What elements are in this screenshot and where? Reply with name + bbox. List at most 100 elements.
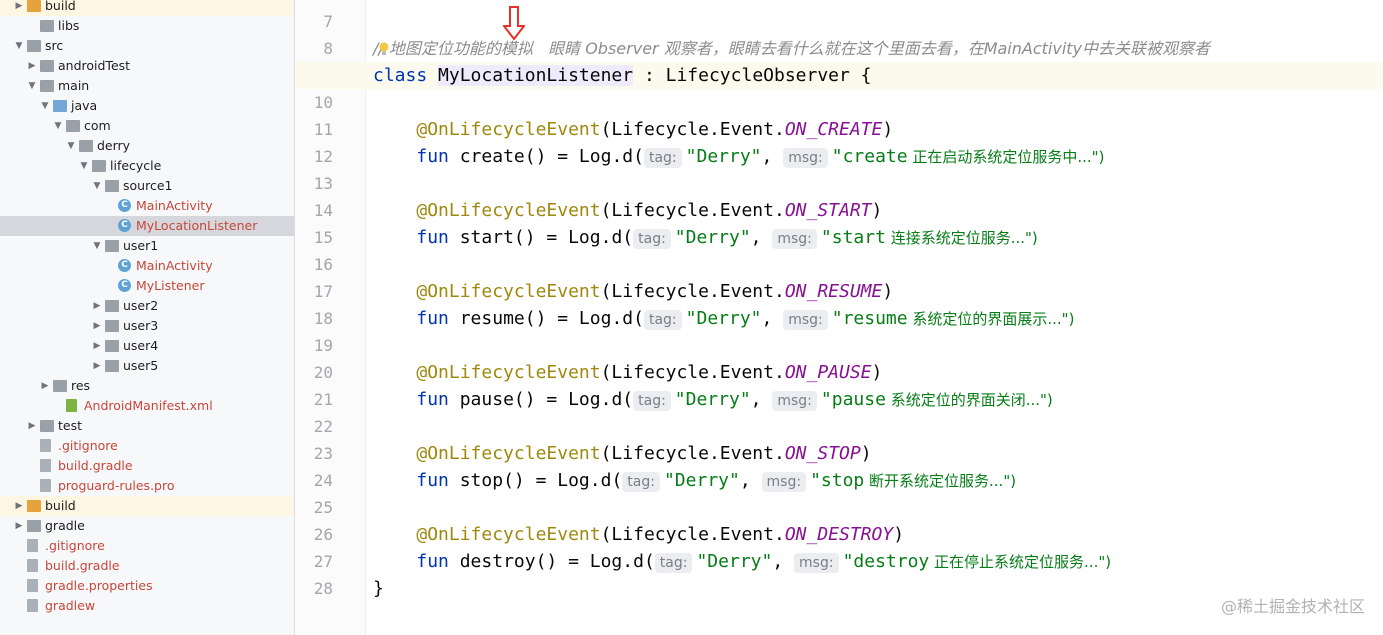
folder-icon [66, 120, 80, 132]
function-line: fun create() = Log.d(tag: "Derry", msg: "c… [373, 143, 1104, 170]
folder-icon [105, 340, 119, 352]
chevron-down-icon[interactable]: ▼ [39, 96, 51, 116]
chevron-down-icon[interactable]: ▼ [13, 36, 25, 56]
tree-item[interactable]: ▶ user2 [0, 296, 294, 316]
tree-item[interactable]: ▶ user3 [0, 316, 294, 336]
tree-item-label: derry [97, 138, 131, 153]
tree-item[interactable]: ▶ androidTest [0, 56, 294, 76]
chevron-down-icon[interactable]: ▼ [91, 236, 103, 256]
chevron-down-icon[interactable]: ▼ [91, 176, 103, 196]
tag-string: "Derry" [696, 551, 773, 572]
chevron-right-icon[interactable]: ▶ [39, 376, 51, 396]
msg-string-cjk: 系统定位的界面展示...") [907, 310, 1075, 328]
tree-item[interactable]: ▼ user1 [0, 236, 294, 256]
tree-item-label: com [84, 118, 111, 133]
tree-item[interactable]: ▼ main [0, 76, 294, 96]
tree-item[interactable]: C MainActivity [0, 196, 294, 216]
tree-item[interactable]: ▼ src [0, 36, 294, 56]
chevron-right-icon[interactable]: ▶ [13, 0, 25, 16]
tree-item[interactable]: C MyListener [0, 276, 294, 296]
comment-text: // 地图定位功能的模拟 眼睛 Observer 观察者，眼睛去看什么就在这个里… [373, 39, 1211, 58]
comma: , [739, 470, 762, 491]
function-name: create [459, 146, 525, 167]
tree-item-label: MyLocationListener [136, 218, 258, 233]
tree-item[interactable]: ▶ user4 [0, 336, 294, 356]
event-prefix: (Lifecycle.Event. [600, 200, 785, 221]
msg-string-cjk: 系统定位的界面关闭...") [885, 391, 1053, 409]
function-line: fun resume() = Log.d(tag: "Derry", msg: "r… [373, 305, 1074, 332]
chevron-right-icon[interactable]: ▶ [91, 316, 103, 336]
tree-item[interactable]: gradlew [0, 596, 294, 616]
event-constant: ON_PAUSE [784, 362, 872, 383]
tree-item[interactable]: ▶ res [0, 376, 294, 396]
tree-item[interactable]: C MainActivity [0, 256, 294, 276]
chevron-down-icon[interactable]: ▼ [52, 116, 64, 136]
line-number: 13 [313, 174, 333, 193]
chevron-right-icon[interactable]: ▶ [91, 296, 103, 316]
folder-icon [105, 320, 119, 332]
chevron-right-icon[interactable]: ▶ [91, 356, 103, 376]
tree-item[interactable]: libs [0, 16, 294, 36]
chevron-right-icon[interactable]: ▶ [13, 496, 25, 516]
event-constant: ON_START [784, 200, 872, 221]
function-name: destroy [459, 551, 536, 572]
tree-item[interactable]: ▶ test [0, 416, 294, 436]
tree-item[interactable]: ▼ lifecycle [0, 156, 294, 176]
fun-keyword: fun [416, 146, 449, 167]
chevron-right-icon[interactable]: ▶ [26, 56, 38, 76]
function-line: fun stop() = Log.d(tag: "Derry", msg: "sto… [373, 467, 1016, 494]
param-hint-tag: tag: [643, 310, 682, 330]
annotation: @OnLifecycleEvent [416, 524, 601, 545]
tree-item[interactable]: ▶ user5 [0, 356, 294, 376]
event-constant: ON_DESTROY [784, 524, 894, 545]
tree-item[interactable]: ▶ build [0, 496, 294, 516]
annotation: @OnLifecycleEvent [416, 119, 601, 140]
param-hint-tag: tag: [633, 391, 671, 411]
project-tree[interactable]: ▶ build libs ▼ src ▶ androidTest ▼ main ▼ java ▼ com… [0, 0, 295, 635]
chevron-down-icon[interactable]: ▼ [65, 136, 77, 156]
line-number: 18 [313, 309, 333, 328]
annotation-line: @OnLifecycleEvent(Lifecycle.Event.ON_STO… [416, 443, 872, 464]
code-editor[interactable]: 7891011121314151617181920212223242526272… [295, 0, 1383, 635]
kotlin-file-icon: C [118, 279, 131, 292]
tree-item-label: main [58, 78, 90, 93]
lightbulb-icon[interactable] [378, 42, 390, 56]
function-name: resume [459, 308, 525, 329]
fun-keyword: fun [416, 308, 449, 329]
tree-item[interactable]: ▼ com [0, 116, 294, 136]
chevron-down-icon[interactable]: ▼ [26, 76, 38, 96]
event-constant: ON_RESUME [784, 281, 883, 302]
log-call: () = Log.d( [513, 389, 634, 410]
param-hint-msg: msg: [761, 472, 807, 492]
tree-item[interactable]: ▼ derry [0, 136, 294, 156]
param-hint-msg: msg: [783, 310, 828, 330]
chevron-right-icon[interactable]: ▶ [91, 336, 103, 356]
line-number: 22 [313, 417, 333, 436]
tree-item[interactable]: build.gradle [0, 456, 294, 476]
tree-item[interactable]: proguard-rules.pro [0, 476, 294, 496]
fun-keyword: fun [416, 470, 449, 491]
line-number: 21 [313, 390, 333, 409]
tree-item[interactable]: C MyLocationListener [0, 216, 294, 236]
folder-icon [105, 300, 119, 312]
tree-item[interactable]: ▼ source1 [0, 176, 294, 196]
tree-item[interactable]: ▶ gradle [0, 516, 294, 536]
tree-item[interactable]: .gitignore [0, 536, 294, 556]
tree-item[interactable]: ▼ java [0, 96, 294, 116]
param-hint-tag: tag: [643, 148, 682, 168]
chevron-right-icon[interactable]: ▶ [26, 416, 38, 436]
function-line: fun destroy() = Log.d(tag: "Derry", msg: "… [373, 548, 1111, 575]
function-name: start [459, 227, 514, 248]
param-hint-msg: msg: [772, 229, 817, 249]
chevron-right-icon[interactable]: ▶ [13, 516, 25, 536]
tree-item[interactable]: build.gradle [0, 556, 294, 576]
chevron-down-icon[interactable]: ▼ [78, 156, 90, 176]
line-number: 16 [313, 255, 333, 274]
tree-item[interactable]: ▶ build [0, 0, 294, 16]
tree-item[interactable]: gradle.properties [0, 576, 294, 596]
tree-item[interactable]: .gitignore [0, 436, 294, 456]
param-hint-tag: tag: [622, 472, 660, 492]
msg-string: "create [831, 146, 908, 167]
msg-string: "stop [810, 470, 865, 491]
tree-item[interactable]: AndroidManifest.xml [0, 396, 294, 416]
